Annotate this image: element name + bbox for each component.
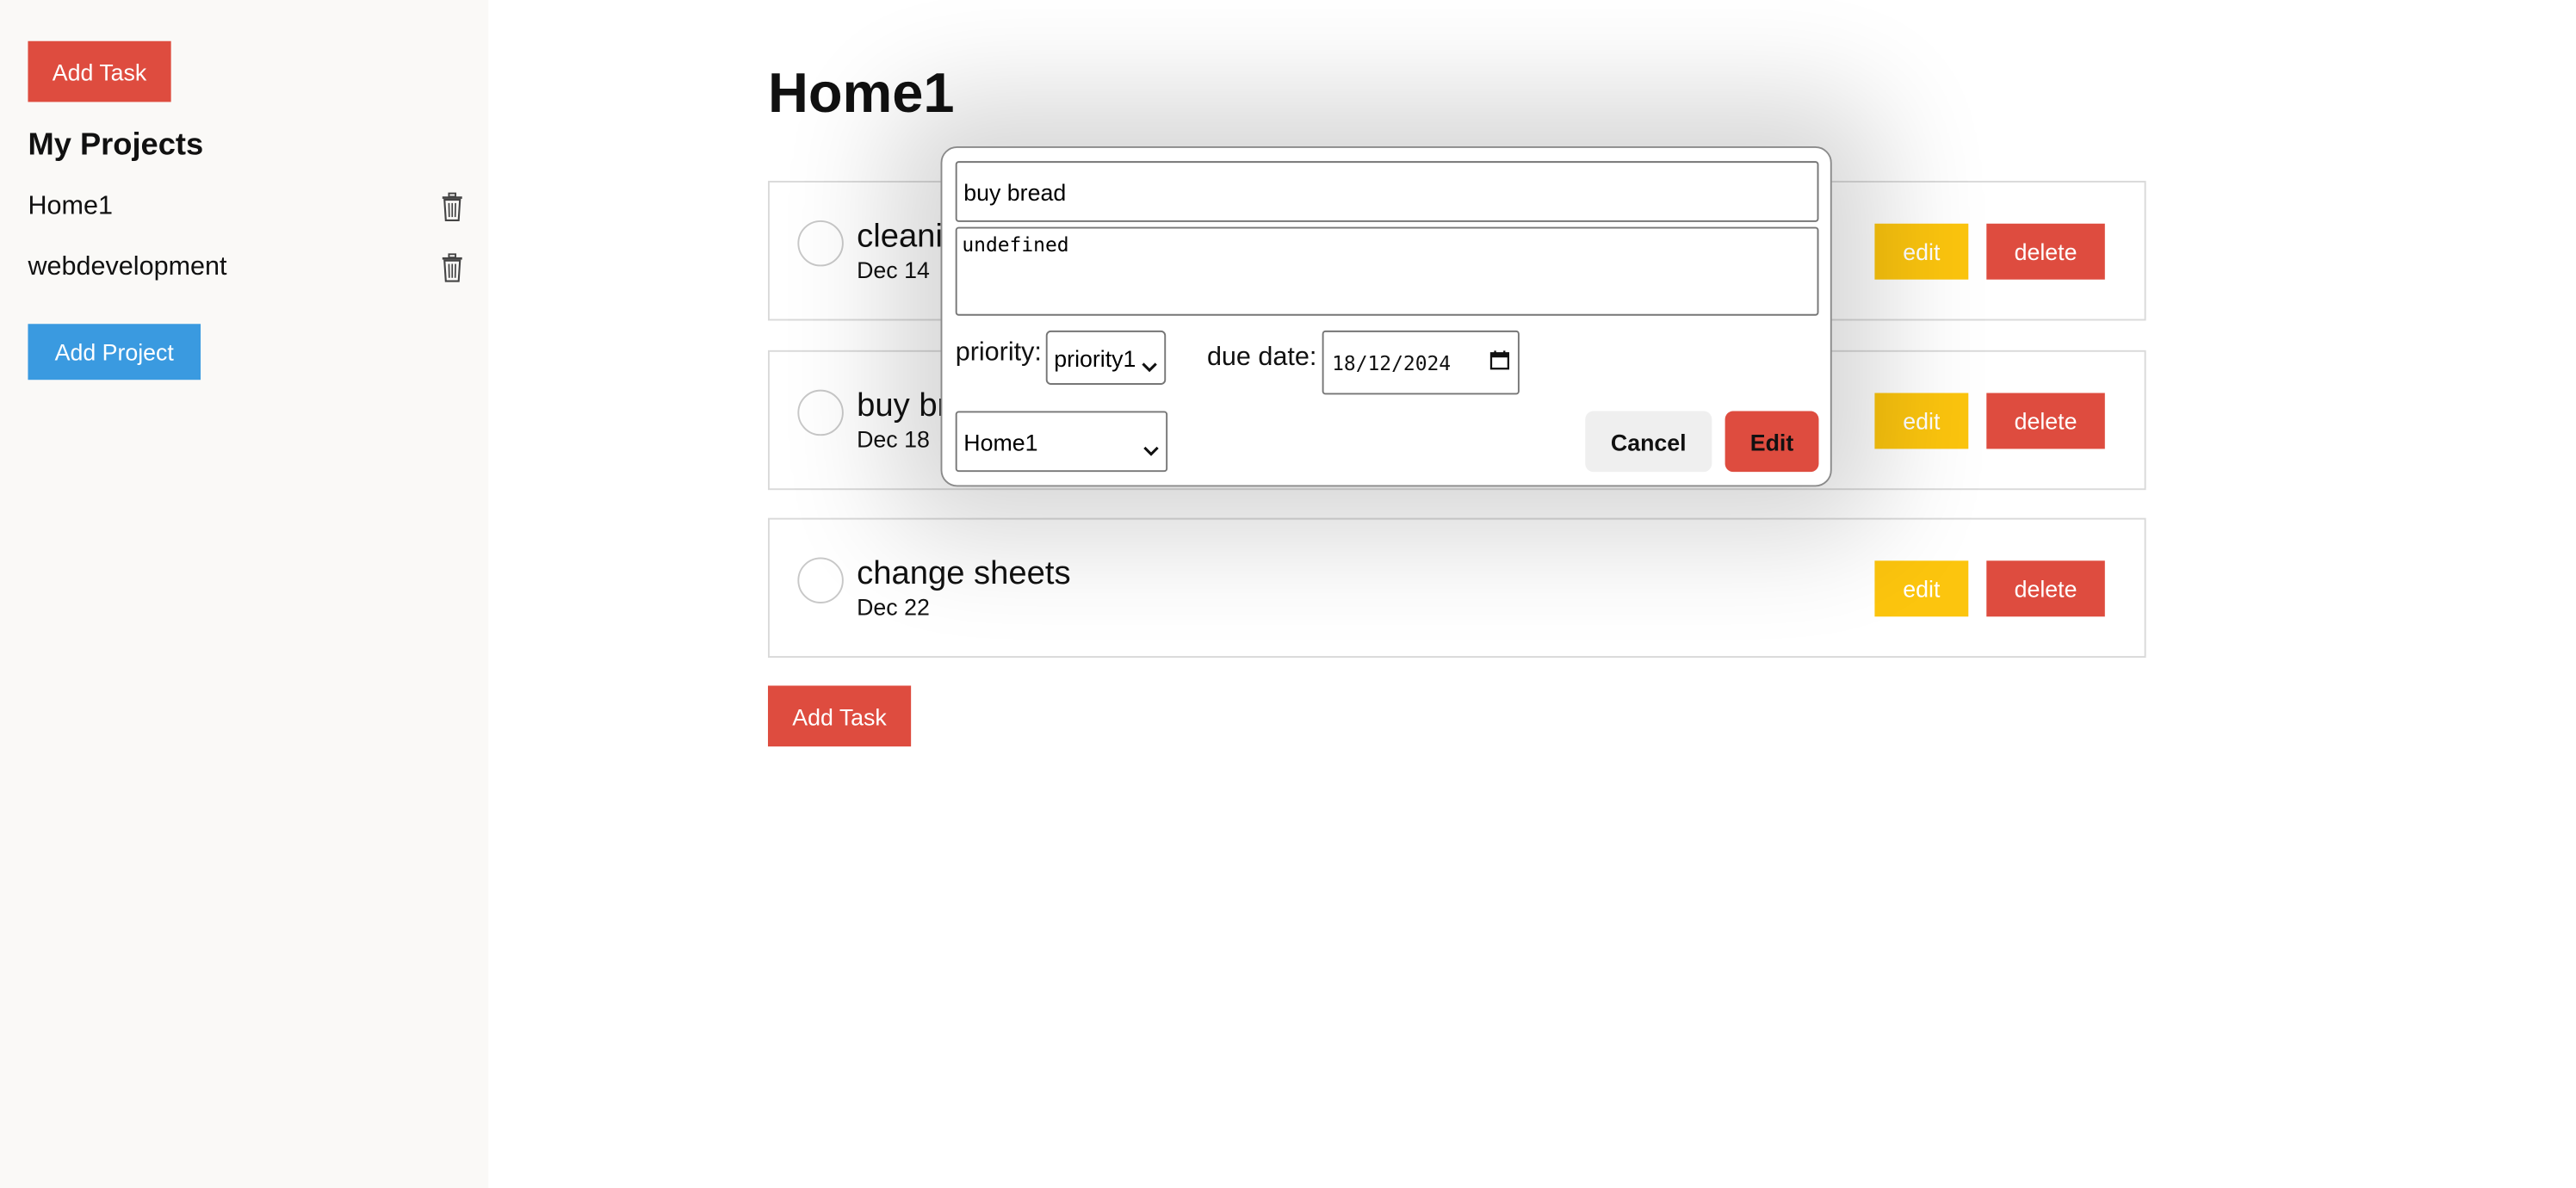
priority-selected-value: priority1 — [1054, 344, 1136, 371]
main-add-task-button[interactable]: Add Task — [767, 685, 912, 747]
priority-label: priority: — [955, 338, 1042, 367]
project-selected-value: Home1 — [963, 428, 1038, 455]
chevron-down-icon — [1142, 352, 1158, 373]
edit-task-dialog: undefined priority: priority1 due date: … — [940, 145, 1832, 487]
due-date-label: due date: — [1206, 343, 1317, 372]
task-date: Dec 18 — [857, 425, 930, 453]
project-item-home1[interactable]: Home1 — [28, 188, 463, 227]
task-title-input[interactable] — [955, 161, 1819, 222]
project-item-webdevelopment[interactable]: webdevelopment — [28, 248, 463, 288]
trash-icon[interactable] — [441, 192, 464, 221]
task-delete-button[interactable]: delete — [1986, 393, 2105, 449]
trash-icon[interactable] — [441, 253, 464, 282]
confirm-edit-button[interactable]: Edit — [1725, 411, 1819, 473]
calendar-icon[interactable] — [1489, 350, 1509, 375]
task-complete-checkbox[interactable] — [797, 557, 844, 603]
sidebar: Add Task My Projects Home1 webdevelopmen… — [0, 0, 489, 1188]
task-name: change sheets — [857, 555, 1071, 592]
sidebar-add-task-button[interactable]: Add Task — [28, 40, 171, 102]
chevron-down-icon — [1142, 436, 1159, 456]
task-date: Dec 14 — [857, 256, 930, 283]
task-edit-button[interactable]: edit — [1874, 223, 1969, 280]
project-select[interactable]: Home1 — [955, 411, 1168, 473]
projects-heading: My Projects — [28, 127, 204, 164]
add-project-button[interactable]: Add Project — [28, 324, 201, 381]
cancel-button[interactable]: Cancel — [1585, 411, 1712, 473]
app-window: Add Task My Projects Home1 webdevelopmen… — [0, 0, 2576, 1188]
priority-select[interactable]: priority1 — [1045, 330, 1167, 385]
task-edit-button[interactable]: edit — [1874, 393, 1969, 449]
page-title: Home1 — [767, 62, 955, 126]
project-name: webdevelopment — [28, 253, 227, 282]
task-edit-button[interactable]: edit — [1874, 560, 1969, 617]
project-name: Home1 — [28, 192, 113, 220]
task-description-textarea[interactable]: undefined — [955, 226, 1819, 316]
task-complete-checkbox[interactable] — [797, 389, 844, 436]
task-complete-checkbox[interactable] — [797, 220, 844, 267]
due-date-input[interactable]: 18/12/2024 — [1322, 330, 1520, 395]
task-delete-button[interactable]: delete — [1986, 560, 2105, 617]
task-date: Dec 22 — [857, 593, 930, 621]
task-item: change sheets Dec 22 edit delete — [767, 517, 2146, 658]
due-date-value: 18/12/2024 — [1332, 350, 1452, 374]
task-delete-button[interactable]: delete — [1986, 223, 2105, 280]
